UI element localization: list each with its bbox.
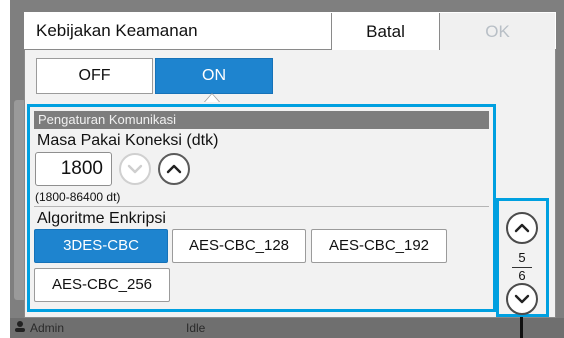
- chevron-down-icon: [514, 294, 530, 304]
- decrease-button[interactable]: [119, 153, 151, 185]
- connection-lifetime-input[interactable]: 1800: [35, 152, 112, 186]
- page-down-button[interactable]: [506, 283, 538, 315]
- printer-status: Idle: [186, 321, 206, 335]
- user-icon: [14, 320, 26, 335]
- section-header: Pengaturan Komunikasi: [34, 111, 489, 129]
- toggle-on-button[interactable]: ON: [155, 58, 273, 94]
- dialog-title: Kebijakan Keamanan: [36, 21, 198, 40]
- encryption-algorithm-label: Algoritme Enkripsi: [37, 210, 166, 227]
- option-aes-cbc-256[interactable]: AES-CBC_256: [34, 268, 170, 302]
- option-3des-cbc[interactable]: 3DES-CBC: [34, 229, 168, 263]
- total-pages: 6: [518, 268, 526, 283]
- connection-lifetime-label: Masa Pakai Koneksi (dtk): [37, 132, 219, 149]
- option-aes-cbc-128[interactable]: AES-CBC_128: [172, 229, 306, 263]
- increase-button[interactable]: [158, 153, 190, 185]
- chevron-up-icon: [514, 223, 530, 233]
- cancel-button[interactable]: Batal: [331, 13, 440, 50]
- toggle-off-button[interactable]: OFF: [36, 58, 153, 94]
- option-aes-cbc-192[interactable]: AES-CBC_192: [311, 229, 447, 263]
- status-footer: [10, 318, 564, 338]
- user-name: Admin: [30, 321, 65, 335]
- current-page: 5: [518, 250, 526, 265]
- callout-pointer: [520, 317, 523, 338]
- ok-button[interactable]: OK: [440, 13, 555, 50]
- chevron-up-icon: [166, 164, 182, 174]
- section-divider: [34, 206, 489, 207]
- pointer-caret: [205, 94, 219, 102]
- page-up-button[interactable]: [506, 212, 538, 244]
- chevron-down-icon: [127, 164, 143, 174]
- connection-lifetime-range: (1800-86400 dt): [35, 190, 121, 204]
